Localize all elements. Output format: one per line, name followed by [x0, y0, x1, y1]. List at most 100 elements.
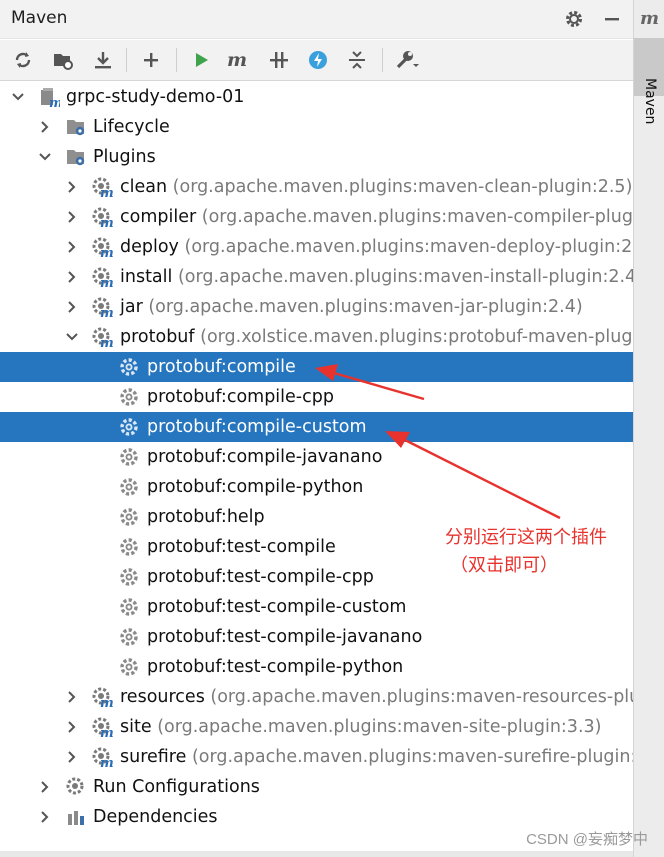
plugin-row-protobuf[interactable]: m protobuf (org.xolstice.maven.plugins:pr…: [0, 322, 633, 352]
tree-item-name: protobuf: [120, 327, 195, 347]
plugin-row-jar[interactable]: m jar (org.apache.maven.plugins:maven-jar…: [0, 292, 633, 322]
maven-plugin-icon: m: [91, 176, 114, 201]
collapse-all-icon[interactable]: [344, 47, 370, 73]
toolbar-separator: [382, 48, 383, 72]
tree-item-name: Run Configurations: [93, 777, 260, 797]
tree-item-label: protobuf:compile-cpp: [147, 386, 334, 408]
tree-item-name: protobuf:compile-python: [147, 477, 364, 497]
goal-gear-icon: [118, 416, 140, 438]
goal-row-protobuf-test-compile-javanano[interactable]: protobuf:test-compile-javanano: [0, 622, 633, 652]
goal-gear-icon: [118, 506, 140, 528]
plugin-coordinates: (org.apache.maven.plugins:maven-surefire…: [191, 747, 633, 767]
goal-row-protobuf-compile[interactable]: protobuf:compile: [0, 352, 633, 382]
svg-text:m: m: [100, 276, 113, 288]
plugin-row-install[interactable]: m install (org.apache.maven.plugins:maven…: [0, 262, 633, 292]
chevron-down-icon[interactable]: [10, 89, 26, 105]
tree-item-label: protobuf:test-compile-python: [147, 656, 403, 678]
tree-item-name: protobuf:test-compile-javanano: [147, 627, 423, 647]
plugin-coordinates: (org.apache.maven.plugins:maven-resource…: [210, 687, 633, 707]
chevron-right-icon[interactable]: [37, 809, 53, 825]
tree-item-name: install: [120, 267, 173, 287]
reload-icon[interactable]: [10, 47, 36, 73]
svg-text:m: m: [49, 96, 60, 108]
tree-item-name: Plugins: [93, 147, 156, 167]
project-row[interactable]: m grpc-study-demo-01: [0, 82, 633, 112]
chevron-right-icon[interactable]: [64, 719, 80, 735]
plugin-coordinates: (org.xolstice.maven.plugins:protobuf-mav…: [200, 327, 633, 347]
maven-projects-tree: mgrpc-study-demo-01LifecyclePluginsmclea…: [0, 82, 633, 857]
maven-side-tab[interactable]: Maven: [634, 38, 664, 124]
plugin-coordinates: (org.apache.maven.plugins:maven-compiler…: [201, 207, 633, 227]
run-icon[interactable]: [188, 47, 214, 73]
chevron-right-icon[interactable]: [37, 119, 53, 135]
svg-text:m: m: [100, 216, 113, 228]
chevron-down-icon[interactable]: [64, 329, 80, 345]
download-icon[interactable]: [90, 47, 116, 73]
chevron-right-icon[interactable]: [64, 179, 80, 195]
watermark: CSDN @妄痴梦中: [526, 831, 648, 848]
chevron-right-icon[interactable]: [64, 689, 80, 705]
lifecycle-folder-icon: [65, 116, 87, 138]
plugin-row-deploy[interactable]: m deploy (org.apache.maven.plugins:maven-…: [0, 232, 633, 262]
tree-item-name: Lifecycle: [93, 117, 170, 137]
tree-item-name: protobuf:compile-custom: [147, 417, 367, 437]
plugins-row[interactable]: Plugins: [0, 142, 633, 172]
tree-item-name: protobuf:compile-javanano: [147, 447, 383, 467]
tree-item-label: Lifecycle: [93, 116, 170, 138]
lifecycle-row[interactable]: Lifecycle: [0, 112, 633, 142]
plugin-row-site[interactable]: m site (org.apache.maven.plugins:maven-si…: [0, 712, 633, 742]
tree-item-label: clean (org.apache.maven.plugins:maven-cl…: [120, 176, 632, 198]
tree-item-name: surefire: [120, 747, 187, 767]
run-configurations-icon: [65, 776, 87, 798]
add-icon[interactable]: [138, 47, 164, 73]
tree-item-label: site (org.apache.maven.plugins:maven-sit…: [120, 716, 601, 738]
run-configurations-row[interactable]: Run Configurations: [0, 772, 633, 802]
toggle-offline-icon[interactable]: [266, 47, 292, 73]
maven-plugin-icon: m: [91, 266, 114, 291]
plugin-row-compiler[interactable]: m compiler (org.apache.maven.plugins:mave…: [0, 202, 633, 232]
chevron-right-icon[interactable]: [64, 209, 80, 225]
tree-item-label: protobuf:help: [147, 506, 265, 528]
maven-project-icon: m: [38, 86, 63, 111]
tree-item-name: site: [120, 717, 152, 737]
chevron-right-icon[interactable]: [64, 299, 80, 315]
horizontal-scrollbar[interactable]: [0, 851, 633, 857]
toolbar-separator: [176, 48, 177, 72]
chevron-right-icon[interactable]: [64, 749, 80, 765]
tree-item-name: deploy: [120, 237, 179, 257]
chevron-right-icon[interactable]: [37, 779, 53, 795]
tree-item-name: resources: [120, 687, 205, 707]
generate-sources-icon[interactable]: [50, 47, 76, 73]
maven-goal-icon[interactable]: m: [226, 47, 252, 73]
chevron-right-icon[interactable]: [64, 239, 80, 255]
svg-text:m: m: [100, 726, 113, 738]
right-tool-strip: m Maven: [633, 0, 664, 857]
goal-gear-icon: [118, 446, 140, 468]
goal-row-protobuf-compile-python[interactable]: protobuf:compile-python: [0, 472, 633, 502]
skip-tests-icon[interactable]: [305, 47, 331, 73]
goal-gear-icon: [118, 476, 140, 498]
tree-item-label: protobuf:test-compile-javanano: [147, 626, 422, 648]
chevron-right-icon[interactable]: [64, 269, 80, 285]
plugin-coordinates: (org.apache.maven.plugins:maven-jar-plug…: [148, 297, 583, 317]
maven-plugin-icon: m: [91, 206, 114, 231]
svg-text:m: m: [100, 306, 113, 318]
tree-item-label: resources (org.apache.maven.plugins:mave…: [120, 686, 633, 708]
goal-gear-icon: [118, 656, 140, 678]
goal-row-protobuf-compile-custom[interactable]: protobuf:compile-custom: [0, 412, 633, 442]
tree-item-name: protobuf:test-compile-python: [147, 657, 404, 677]
tree-item-label: protobuf:compile-javanano: [147, 446, 382, 468]
gear-icon[interactable]: [561, 6, 587, 32]
chevron-down-icon[interactable]: [37, 149, 53, 165]
goal-row-protobuf-compile-javanano[interactable]: protobuf:compile-javanano: [0, 442, 633, 472]
goal-gear-icon: [118, 386, 140, 408]
settings-wrench-icon[interactable]: [394, 47, 420, 73]
goal-row-protobuf-compile-cpp[interactable]: protobuf:compile-cpp: [0, 382, 633, 412]
plugin-row-resources[interactable]: m resources (org.apache.maven.plugins:mav…: [0, 682, 633, 712]
goal-row-protobuf-test-compile-custom[interactable]: protobuf:test-compile-custom: [0, 592, 633, 622]
svg-text:m: m: [100, 756, 113, 768]
plugin-row-surefire[interactable]: m surefire (org.apache.maven.plugins:mave…: [0, 742, 633, 772]
goal-row-protobuf-test-compile-python[interactable]: protobuf:test-compile-python: [0, 652, 633, 682]
minimize-icon[interactable]: [599, 6, 625, 32]
plugin-row-clean[interactable]: m clean (org.apache.maven.plugins:maven-c…: [0, 172, 633, 202]
